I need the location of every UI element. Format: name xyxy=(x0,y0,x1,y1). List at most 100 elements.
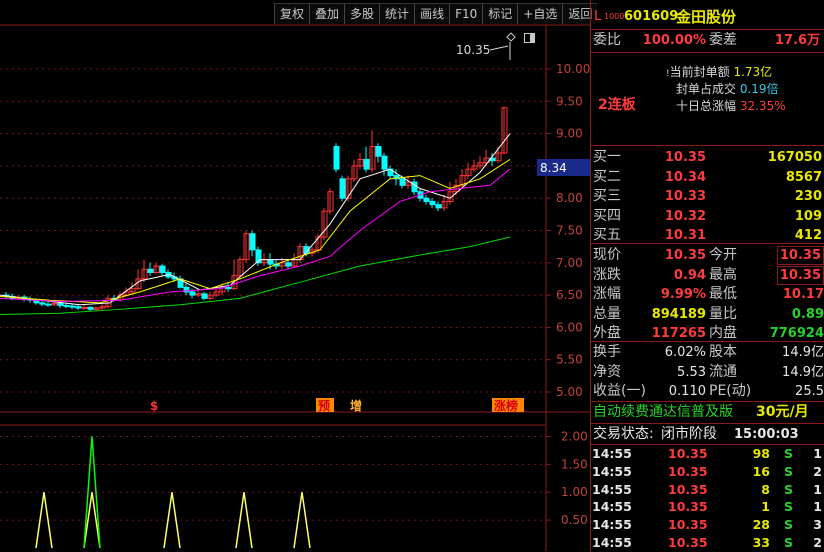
bid-row: 买四 10.32 109 xyxy=(590,207,824,226)
quote-label-2: 量比 xyxy=(709,305,737,322)
toolbar-button-3[interactable]: 统计 xyxy=(379,3,415,24)
tick-volume: 33 xyxy=(752,535,770,550)
toolbar-button-0[interactable]: 复权 xyxy=(274,3,310,24)
tick-direction: S xyxy=(784,481,794,497)
quote-row: 现价 10.35 今开 10.35 xyxy=(590,246,824,265)
stock-code: 601609 xyxy=(624,9,679,24)
indicator-tick-label: 2.00 xyxy=(561,429,588,443)
indicator-spike xyxy=(163,492,181,549)
tick-row: 14:55 10.35 1 S 1 xyxy=(590,498,824,516)
fund-label-2: 股本 xyxy=(709,344,737,360)
stock-title: L 1000 601609 金田股份 xyxy=(590,6,824,28)
quote-row: 涨跌 0.94 最高 10.35 xyxy=(590,265,824,285)
candle-body xyxy=(159,265,166,273)
toolbar-button-5[interactable]: F10 xyxy=(449,3,483,24)
tick-direction: S xyxy=(784,517,794,533)
candle-body xyxy=(435,204,442,209)
weibi-row: 委比 100.00% 委差 17.6万 xyxy=(593,32,820,48)
bid-price: 10.34 xyxy=(664,169,706,185)
quote-label-2: 最低 xyxy=(709,286,737,302)
candle-body xyxy=(225,286,232,290)
fund-label-2: 流通 xyxy=(709,363,737,380)
tick-direction: S xyxy=(784,499,794,515)
candle-body xyxy=(201,293,208,299)
candle-body xyxy=(429,200,436,206)
promo-text[interactable]: 自动续费通达信普及版 xyxy=(593,403,733,422)
bid-label: 买二 xyxy=(593,168,621,185)
price-tick-label: 9.50 xyxy=(556,94,583,108)
tick-row: 14:55 10.35 8 S 1 xyxy=(590,481,824,499)
toolbar-button-2[interactable]: 多股 xyxy=(344,3,380,24)
promo-price[interactable]: 30元/月 xyxy=(756,403,809,422)
price-tick-label: 6.50 xyxy=(556,288,583,302)
chart-toolbar: 复权 叠加 多股 统计 画线 F10 标记 +自选 返回 xyxy=(274,3,598,25)
fund-row: 净资 5.53 流通 14.9亿 xyxy=(590,363,824,382)
kline-chart[interactable]: 10.009.509.008.508.007.507.006.506.005.5… xyxy=(0,0,590,551)
event-marker: 预 xyxy=(318,399,330,413)
quote-label: 涨跌 xyxy=(593,266,621,283)
last-price-annotation: 10.35 xyxy=(456,43,490,57)
tick-row: 14:55 10.35 16 S 2 xyxy=(590,463,824,481)
tick-time: 14:55 xyxy=(592,517,632,533)
quote-label-2: 今开 xyxy=(709,247,737,263)
tick-price: 10.35 xyxy=(668,446,708,461)
tick-volume: 1 xyxy=(761,499,770,515)
price-tick-label: 8.00 xyxy=(556,191,583,205)
candle-body xyxy=(45,303,52,306)
candle-body xyxy=(81,306,88,309)
candle-body xyxy=(147,268,154,273)
candle-body xyxy=(381,155,388,170)
quote-value: 894189 xyxy=(651,306,706,322)
toolbar-button-7[interactable]: +自选 xyxy=(517,3,563,24)
annotation-arrow xyxy=(489,45,509,51)
quote-label: 总量 xyxy=(593,305,621,322)
event-marker: 涨榜 xyxy=(494,398,518,413)
tick-time: 14:55 xyxy=(592,463,632,479)
candle-body xyxy=(285,262,292,267)
candle-body xyxy=(87,306,94,310)
candle-body xyxy=(69,305,76,308)
ma5-line xyxy=(0,133,511,306)
fund-value-2: 25.5 xyxy=(795,384,824,399)
candle-body xyxy=(57,302,64,306)
price-tick-label: 5.50 xyxy=(556,353,583,367)
market-sub: 1000 xyxy=(604,12,625,21)
toolbar-button-4[interactable]: 画线 xyxy=(414,3,450,24)
tick-time: 14:55 xyxy=(592,499,632,515)
market-prefix: L xyxy=(594,9,602,24)
fund-value-2: 14.9亿 xyxy=(782,345,824,360)
panel-toggle-icon[interactable] xyxy=(524,28,536,43)
diamond-icon[interactable] xyxy=(506,27,516,42)
fund-label: 净资 xyxy=(593,363,621,380)
price-tick-label: 10.00 xyxy=(556,62,590,76)
bid-label: 买四 xyxy=(593,207,621,224)
promo-row[interactable]: 自动续费通达信普及版 30元/月 xyxy=(590,403,824,422)
bid-price: 10.35 xyxy=(664,150,706,165)
toolbar-button-6[interactable]: 标记 xyxy=(482,3,518,24)
quote-row: 总量 894189 量比 0.89 xyxy=(590,305,824,324)
candle-body xyxy=(363,158,370,170)
quote-label: 涨幅 xyxy=(593,286,621,302)
tick-count: 1 xyxy=(813,499,822,515)
tick-count: 2 xyxy=(813,535,822,550)
candle-body xyxy=(189,291,196,296)
weicha-value: 17.6万 xyxy=(774,33,820,48)
candle-body xyxy=(267,259,274,265)
bid-row: 买二 10.34 8567 xyxy=(590,168,824,187)
quote-panel: L 1000 601609 金田股份 委比 100.00% 委差 17.6万 !… xyxy=(590,0,824,551)
tick-volume: 98 xyxy=(752,446,770,461)
tick-time: 14:55 xyxy=(592,446,632,461)
candle-body xyxy=(63,304,70,307)
tick-price: 10.35 xyxy=(668,463,708,479)
fund-label: 换手 xyxy=(593,344,621,360)
quote-value: 0.94 xyxy=(673,267,706,283)
quote-value-2: 10.17 xyxy=(782,287,824,302)
current-price-text: 8.34 xyxy=(540,161,567,175)
tick-price: 10.35 xyxy=(668,481,708,497)
fund-label-2: PE(动) xyxy=(709,383,752,399)
indicator-tick-label: 1.00 xyxy=(561,485,588,499)
bid-label: 买三 xyxy=(593,188,621,204)
fund-row: 收益(一) 0.110 PE(动) 25.5 xyxy=(590,382,824,401)
ma10-line xyxy=(0,159,511,304)
toolbar-button-1[interactable]: 叠加 xyxy=(309,3,345,24)
